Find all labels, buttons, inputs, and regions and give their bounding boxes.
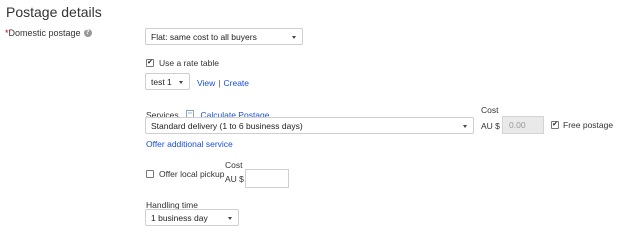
free-postage-checkbox[interactable]: ✔ [551,121,559,129]
rate-table-links: View | Create [197,78,249,88]
services-currency: AU $ [481,121,500,131]
rate-table-select[interactable]: test 1 [145,73,190,90]
info-icon[interactable]: ? [83,29,92,37]
page-title: Postage details [6,4,102,20]
service-value: Standard delivery (1 to 6 business days) [151,120,303,131]
local-pickup-label: Offer local pickup [159,169,225,179]
domestic-postage-text: Domestic postage [8,28,81,38]
pickup-cost-input[interactable] [245,169,289,188]
local-pickup-option: Offer local pickup [146,169,225,179]
chevron-down-icon [292,35,296,39]
service-cost-value: 0.00 [509,120,526,130]
chevron-down-icon [179,80,183,84]
handling-time-select[interactable]: 1 business day [145,209,239,226]
chevron-down-icon [228,216,232,220]
view-link[interactable]: View [197,78,215,88]
offer-additional-service-link[interactable]: Offer additional service [146,139,233,149]
pickup-currency: AU $ [225,174,244,184]
free-postage-label: Free postage [563,120,614,130]
services-cost-header: Cost [481,105,499,115]
local-pickup-checkbox[interactable] [146,170,154,178]
rate-table-option: ✔ Use a rate table [146,58,219,68]
domestic-postage-label: *Domestic postage ? [5,28,92,38]
free-postage-option: ✔ Free postage [551,120,613,130]
chevron-down-icon [463,124,467,128]
postage-type-select[interactable]: Flat: same cost to all buyers [145,28,303,45]
rate-table-value: test 1 [151,76,172,87]
service-select[interactable]: Standard delivery (1 to 6 business days) [145,117,474,134]
postage-type-value: Flat: same cost to all buyers [151,31,257,42]
handling-time-value: 1 business day [151,212,208,223]
pickup-cost-header: Cost [225,160,243,170]
service-cost-input[interactable]: 0.00 [502,116,544,134]
link-separator: | [218,78,221,88]
rate-table-checkbox[interactable]: ✔ [146,59,154,67]
rate-table-label: Use a rate table [159,58,220,68]
create-link[interactable]: Create [224,78,250,88]
